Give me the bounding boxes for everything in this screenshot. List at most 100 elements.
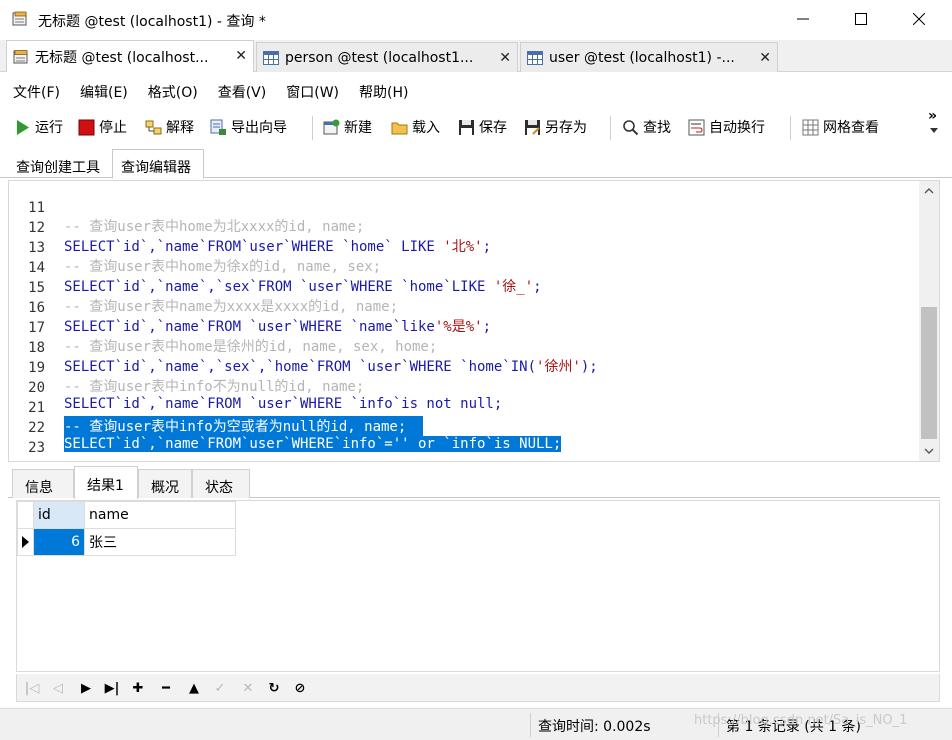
- table-row[interactable]: 6 张三: [17, 528, 236, 556]
- menu-help[interactable]: 帮助(H): [346, 78, 415, 102]
- result-grid: id name 6 张三: [16, 500, 940, 672]
- tab-overview[interactable]: 概况: [138, 469, 192, 498]
- find-button[interactable]: 查找: [622, 108, 671, 146]
- chevron-up-icon: [924, 188, 934, 194]
- word-wrap-button[interactable]: 自动换行: [688, 108, 765, 146]
- header-row: id name: [17, 501, 236, 529]
- word-wrap-label: 自动换行: [709, 120, 765, 136]
- menu-window[interactable]: 窗口(W): [273, 78, 346, 102]
- load-button[interactable]: 载入: [391, 108, 440, 146]
- save-as-button[interactable]: 另存为: [524, 108, 587, 146]
- save-as-label: 另存为: [545, 120, 587, 136]
- close-tab-icon[interactable]: ✕: [235, 48, 247, 64]
- stop-button[interactable]: 停止: [78, 108, 127, 146]
- code-line: 16 SELECT`id`,`name`FROM `user`WHERE `na…: [9, 284, 919, 335]
- code-line: 19 -- 查询user表中info不为null的id, name;: [9, 344, 919, 395]
- result-table: id name 6 张三: [17, 501, 236, 556]
- table-icon: [527, 50, 543, 65]
- export-wizard-button[interactable]: 导出向导: [210, 108, 287, 146]
- document-tabs: 无标题 @test (localhost... ✕ person @test (…: [0, 40, 952, 72]
- record-navigator: |◁ ◁ ▶ ▶| ✚ ━ ▲ ✓ ✕ ↻ ⊘: [16, 674, 940, 702]
- discard-changes-icon[interactable]: ✕: [239, 679, 257, 697]
- scroll-up-button[interactable]: [919, 181, 939, 201]
- word-wrap-icon: [688, 119, 705, 135]
- menu-edit[interactable]: 编辑(E): [67, 78, 135, 102]
- close-tab-icon[interactable]: ✕: [759, 50, 771, 66]
- run-label: 运行: [35, 120, 63, 136]
- current-row-indicator: [17, 528, 34, 556]
- code-line: 17 -- 查询user表中home是徐州的id, name, sex, hom…: [9, 304, 919, 355]
- edit-record-icon[interactable]: ▲: [185, 679, 203, 697]
- scroll-thumb[interactable]: [921, 307, 937, 439]
- grid-view-button[interactable]: 网格查看: [802, 108, 879, 146]
- run-icon: [17, 119, 29, 135]
- menu-bar: 文件(F) 编辑(E) 格式(O) 查看(V) 窗口(W) 帮助(H): [0, 78, 415, 102]
- code-line: 14 SELECT`id`,`name`,`sex`FROM `user`WHE…: [9, 244, 919, 295]
- last-record-icon[interactable]: ▶|: [103, 679, 121, 697]
- minimize-button[interactable]: [780, 0, 826, 38]
- doc-tab-user[interactable]: user @test (localhost1) -... ✕: [520, 42, 778, 72]
- explain-label: 解释: [166, 120, 194, 136]
- column-header-name[interactable]: name: [84, 501, 236, 529]
- doc-tab-person[interactable]: person @test (localhost1... ✕: [256, 42, 518, 72]
- query-file-icon: [12, 11, 27, 26]
- menu-file[interactable]: 文件(F): [0, 78, 67, 102]
- apply-changes-icon[interactable]: ✓: [211, 679, 229, 697]
- doc-tab-label: 无标题 @test (localhost...: [35, 49, 209, 66]
- menu-view[interactable]: 查看(V): [205, 78, 274, 102]
- cell-id[interactable]: 6: [33, 528, 85, 556]
- cell-name[interactable]: 张三: [84, 528, 236, 556]
- code-line: 23: [9, 424, 919, 456]
- grid-icon: [802, 119, 819, 135]
- save-button[interactable]: 保存: [458, 108, 507, 146]
- first-record-icon[interactable]: |◁: [23, 679, 41, 697]
- close-icon: [913, 13, 925, 25]
- line-number: 23: [28, 440, 45, 456]
- scroll-down-button[interactable]: [919, 441, 939, 461]
- next-record-icon[interactable]: ▶: [77, 679, 95, 697]
- window-title: 无标题 @test (localhost1) - 查询 *: [38, 14, 266, 30]
- tab-info[interactable]: 信息: [12, 469, 74, 498]
- maximize-button[interactable]: [838, 0, 884, 38]
- run-button[interactable]: 运行: [14, 108, 63, 146]
- editor-scrollbar[interactable]: [919, 181, 939, 461]
- delete-record-icon[interactable]: ━: [157, 679, 175, 697]
- code-line: 20 SELECT`id`,`name`FROM `user`WHERE `in…: [9, 364, 919, 412]
- tab-query-editor[interactable]: 查询编辑器: [112, 149, 204, 179]
- doc-tab-label: person @test (localhost1...: [285, 49, 474, 66]
- refresh-icon[interactable]: ↻: [265, 679, 283, 697]
- query-time: 查询时间: 0.002s: [538, 719, 651, 735]
- add-record-icon[interactable]: ✚: [129, 679, 147, 697]
- code-line-selected: 22 SELECT`id`,`name`FROM`user`WHERE`info…: [9, 404, 919, 452]
- export-wizard-label: 导出向导: [231, 120, 287, 136]
- sql-editor[interactable]: 11 -- 查询user表中home为北xxxx的id, name; 12 SE…: [8, 180, 940, 462]
- tab-result-1[interactable]: 结果1: [74, 466, 138, 499]
- maximize-icon: [855, 13, 867, 25]
- export-icon: [210, 119, 226, 135]
- tab-query-builder[interactable]: 查询创建工具: [8, 152, 110, 178]
- toolbar-dropdown-icon[interactable]: [930, 128, 938, 133]
- close-tab-icon[interactable]: ✕: [499, 50, 511, 66]
- doc-tab-query[interactable]: 无标题 @test (localhost... ✕: [6, 40, 254, 72]
- chevron-down-icon: [924, 448, 934, 454]
- stop-label: 停止: [99, 120, 127, 136]
- result-tabs: 信息 结果1 概况 状态: [8, 466, 940, 499]
- status-divider: [530, 713, 531, 737]
- prev-record-icon[interactable]: ◁: [49, 679, 67, 697]
- menu-format[interactable]: 格式(O): [135, 78, 205, 102]
- close-button[interactable]: [896, 0, 942, 38]
- column-header-id[interactable]: id: [33, 501, 85, 529]
- tab-status[interactable]: 状态: [192, 469, 250, 498]
- new-label: 新建: [344, 120, 372, 136]
- code-line-selected: 21 -- 查询user表中info为空或者为null的id, name;: [9, 384, 919, 436]
- code-line: 11 -- 查询user表中home为北xxxx的id, name;: [9, 184, 919, 235]
- toolbar-overflow-icon[interactable]: »: [928, 108, 937, 124]
- explain-button[interactable]: 解释: [145, 108, 194, 146]
- minimize-icon: [797, 18, 809, 20]
- new-button[interactable]: 新建: [323, 108, 372, 146]
- stop-loading-icon[interactable]: ⊘: [291, 679, 309, 697]
- grid-view-label: 网格查看: [823, 120, 879, 136]
- new-query-icon: [323, 119, 340, 134]
- toolbar: 运行 停止 解释 导出向导 新建 载入 保存 另存为 查找 自动换行 网格查看: [0, 108, 952, 146]
- table-icon: [263, 50, 279, 65]
